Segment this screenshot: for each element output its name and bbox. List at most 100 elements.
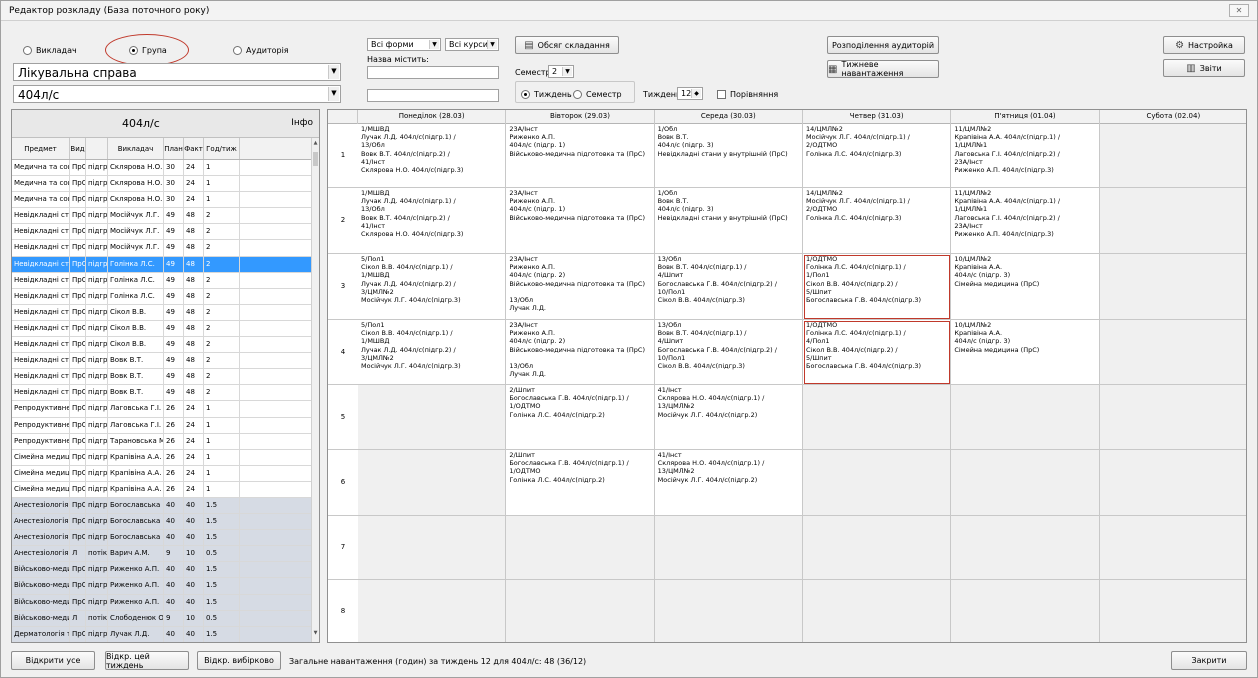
scroll-up-icon[interactable]: ▲ — [312, 140, 319, 150]
radio-auditorium-circle[interactable] — [233, 45, 242, 55]
radio-week[interactable]: Тиждень — [521, 87, 572, 101]
table-row[interactable]: Дерматологія та венерПрСпідгр. 1Лучак Л.… — [12, 626, 312, 642]
schedule-cell[interactable]: 41/Інст Склярова Н.О. 404л/с(підгр.1) / … — [654, 385, 803, 450]
table-row[interactable]: Медична та соціальна рПрСпідгр. 3Скляров… — [12, 192, 312, 209]
schedule-cell[interactable]: 2/Шпит Богославська Г.В. 404л/с(підгр.1)… — [506, 450, 655, 516]
schedule-cell[interactable]: 5/Пол1 Сікол В.В. 404л/с(підгр.1) / 1/МШ… — [358, 320, 507, 385]
table-row[interactable]: Анестезіологія і реанімЛпотікВарич А.М.9… — [12, 546, 312, 563]
schedule-cell[interactable]: 10/ЦМЛ№2 Крапівіна А.А. 404л/с (підгр. 3… — [951, 320, 1100, 385]
spinner-icon[interactable]: ◆ — [691, 89, 701, 98]
schedule-cell[interactable] — [803, 516, 952, 580]
table-row[interactable]: Медична та соціальна рПрСпідгр. 1Скляров… — [12, 160, 312, 177]
open-week-button[interactable]: Відкр. цей тиждень — [105, 651, 189, 670]
schedule-cell[interactable] — [654, 516, 803, 580]
table-row[interactable]: Невідкладні стани в акПрСпідгр. 3Мосійчу… — [12, 240, 312, 257]
schedule-cell[interactable]: 1/Обл Вовк В.Т. 404л/с (підгр. 3) Невідк… — [654, 188, 803, 254]
schedule-cell[interactable] — [1099, 450, 1246, 516]
schedule-cell[interactable] — [1099, 188, 1246, 254]
close-icon[interactable]: ✕ — [1229, 4, 1249, 17]
schedule-cell[interactable]: 13/Обл Вовк В.Т. 404л/с(підгр.1) / 4/Шпи… — [654, 320, 803, 385]
table-row[interactable]: Невідкладні стани в пеПрСпідгр. 3Голінка… — [12, 288, 312, 305]
schedule-cell[interactable]: 23А/Інст Риженко А.П. 404л/с (підгр. 1) … — [506, 124, 655, 188]
workload-scrollbar[interactable]: ▲ ▼ — [311, 138, 319, 642]
table-row[interactable]: Сімейна медицинаПрСпідгр. 3Крапівіна А.А… — [12, 481, 312, 498]
table-row[interactable]: Невідкладні стани у внуПрСпідгр. 3Вовк В… — [12, 385, 312, 402]
table-row[interactable]: Невідкладні стани в акПрСпідгр. 2Мосійчу… — [12, 224, 312, 241]
open-all-button[interactable]: Відкрити усе — [11, 651, 95, 670]
schedule-cell[interactable] — [803, 385, 952, 450]
compare-checkbox[interactable]: Порівняння — [717, 87, 778, 101]
specialty-combo[interactable]: Лікувальна справа ▼ — [13, 63, 341, 81]
radio-auditorium[interactable]: Аудиторія — [233, 43, 289, 57]
table-row[interactable]: Невідкладні стани в пеПрСпідгр. 2Голінка… — [12, 272, 312, 289]
table-row[interactable]: Анестезіологія і реанімПрСпідгр. 3Богосл… — [12, 530, 312, 547]
weekly-load-button[interactable]: ▦ Тижневе навантаження — [827, 60, 939, 78]
header-type[interactable]: Вид — [70, 138, 86, 159]
info-button[interactable]: Інфо — [291, 118, 313, 128]
radio-semester-circle[interactable] — [573, 89, 582, 99]
table-row[interactable]: Анестезіологія і реанімПрСпідгр. 1Богосл… — [12, 497, 312, 515]
schedule-cell[interactable] — [358, 450, 507, 516]
header-subgroup[interactable] — [86, 138, 108, 159]
schedule-cell[interactable] — [358, 580, 507, 642]
table-row[interactable]: Невідкладні стани в хірПрСпідгр. 2Сікол … — [12, 320, 312, 338]
radio-week-circle[interactable] — [521, 89, 530, 99]
header-fact[interactable]: Факт — [184, 138, 204, 159]
schedule-cell[interactable] — [951, 516, 1100, 580]
schedule-cell[interactable] — [1099, 580, 1246, 642]
radio-teacher[interactable]: Викладач — [23, 43, 77, 57]
schedule-cell[interactable] — [506, 580, 655, 642]
schedule-cell[interactable]: 13/Обл Вовк В.Т. 404л/с(підгр.1) / 4/Шпи… — [654, 254, 803, 320]
schedule-cell[interactable]: 1/МШВД Лучак Л.Д. 404л/с(підгр.1) / 13/О… — [358, 188, 507, 254]
header-subject[interactable]: Предмет — [12, 138, 70, 159]
chevron-down-icon[interactable]: ▼ — [562, 67, 572, 76]
schedule-cell[interactable]: 14/ЦМЛ№2 Мосійчук Л.Г. 404л/с(підгр.1) /… — [803, 124, 952, 188]
schedule-cell[interactable] — [803, 450, 952, 516]
schedule-cell[interactable]: 11/ЦМЛ№2 Крапівіна А.А. 404л/с(підгр.1) … — [951, 124, 1100, 188]
courses-combo[interactable]: Всі курси ▼ — [445, 38, 499, 51]
table-row[interactable]: Анестезіологія і реанімПрСпідгр. 2Богосл… — [12, 514, 312, 531]
schedule-cell[interactable]: 10/ЦМЛ№2 Крапівіна А.А. 404л/с (підгр. 3… — [951, 254, 1100, 320]
schedule-cell[interactable] — [1099, 516, 1246, 580]
name-contains-input[interactable] — [367, 66, 499, 79]
table-row[interactable]: Репродуктивне здоровПрСпідгр. 1Тарановсь… — [12, 433, 312, 450]
schedule-cell[interactable] — [1099, 254, 1246, 320]
header-hours-week[interactable]: Год/тиж — [204, 138, 240, 159]
schedule-cell[interactable] — [654, 580, 803, 642]
chevron-down-icon[interactable]: ▼ — [328, 87, 339, 101]
schedule-cell[interactable]: 23А/Інст Риженко А.П. 404л/с (підгр. 1) … — [506, 188, 655, 254]
chevron-down-icon[interactable]: ▼ — [429, 40, 439, 49]
schedule-cell[interactable]: 1/ОДТМО Голінка Л.С. 404л/с(підгр.1) / 4… — [803, 320, 952, 385]
scroll-thumb[interactable] — [313, 152, 318, 166]
schedule-cell[interactable] — [358, 385, 507, 450]
group-combo[interactable]: 404л/с ▼ — [13, 85, 341, 103]
table-row[interactable]: Невідкладні стани у внуПрСпідгр. 1Вовк В… — [12, 353, 312, 370]
schedule-cell[interactable] — [803, 580, 952, 642]
schedule-cell[interactable] — [951, 450, 1100, 516]
table-row[interactable]: Військово-медична підгПрСпідгр. 2Риженко… — [12, 578, 312, 595]
table-row[interactable]: Невідкладні стани в акПрСпідгр. 1Мосійчу… — [12, 208, 312, 225]
table-row[interactable]: Військово-медична підгПрСпідгр. 1Риженко… — [12, 562, 312, 579]
distribution-button[interactable]: Розподілення аудиторій — [827, 36, 939, 54]
schedule-cell[interactable]: 1/ОДТМО Голінка Л.С. 404л/с(підгр.1) / 1… — [803, 254, 952, 320]
radio-semester[interactable]: Семестр — [573, 87, 622, 101]
schedule-cell[interactable]: 1/Обл Вовк В.Т. 404л/с (підгр. 3) Невідк… — [654, 124, 803, 188]
table-row[interactable]: Репродуктивне здоровПрСпідгр. 2Лаговська… — [12, 401, 312, 418]
week-spinner[interactable]: 12 ◆ — [677, 87, 703, 100]
schedule-cell[interactable]: 2/Шпит Богославська Г.В. 404л/с(підгр.1)… — [506, 385, 655, 450]
header-teacher[interactable]: Викладач — [108, 138, 164, 159]
reports-button[interactable]: ▥ Звіти — [1163, 59, 1245, 77]
schedule-cell[interactable]: 5/Пол1 Сікол В.В. 404л/с(підгр.1) / 1/МШ… — [358, 254, 507, 320]
schedule-cell[interactable]: 23А/Інст Риженко А.П. 404л/с (підгр. 2) … — [506, 254, 655, 320]
schedule-cell[interactable] — [1099, 124, 1246, 188]
open-selective-button[interactable]: Відкр. вибірково — [197, 651, 281, 670]
chevron-down-icon[interactable]: ▼ — [487, 40, 497, 49]
schedule-cell[interactable] — [358, 516, 507, 580]
schedule-cell[interactable] — [1099, 320, 1246, 385]
schedule-cell[interactable]: 1/МШВД Лучак Л.Д. 404л/с(підгр.1) / 13/О… — [358, 124, 507, 188]
table-row[interactable]: Невідкладні стани в хірПрСпідгр. 1Сікол … — [12, 304, 312, 321]
header-plan[interactable]: План — [164, 138, 184, 159]
volume-button[interactable]: ▤ Обсяг складання — [515, 36, 619, 54]
schedule-cell[interactable]: 11/ЦМЛ№2 Крапівіна А.А. 404л/с(підгр.1) … — [951, 188, 1100, 254]
table-row[interactable]: Військово-медична підгЛпотікСлободенюк О… — [12, 610, 312, 627]
